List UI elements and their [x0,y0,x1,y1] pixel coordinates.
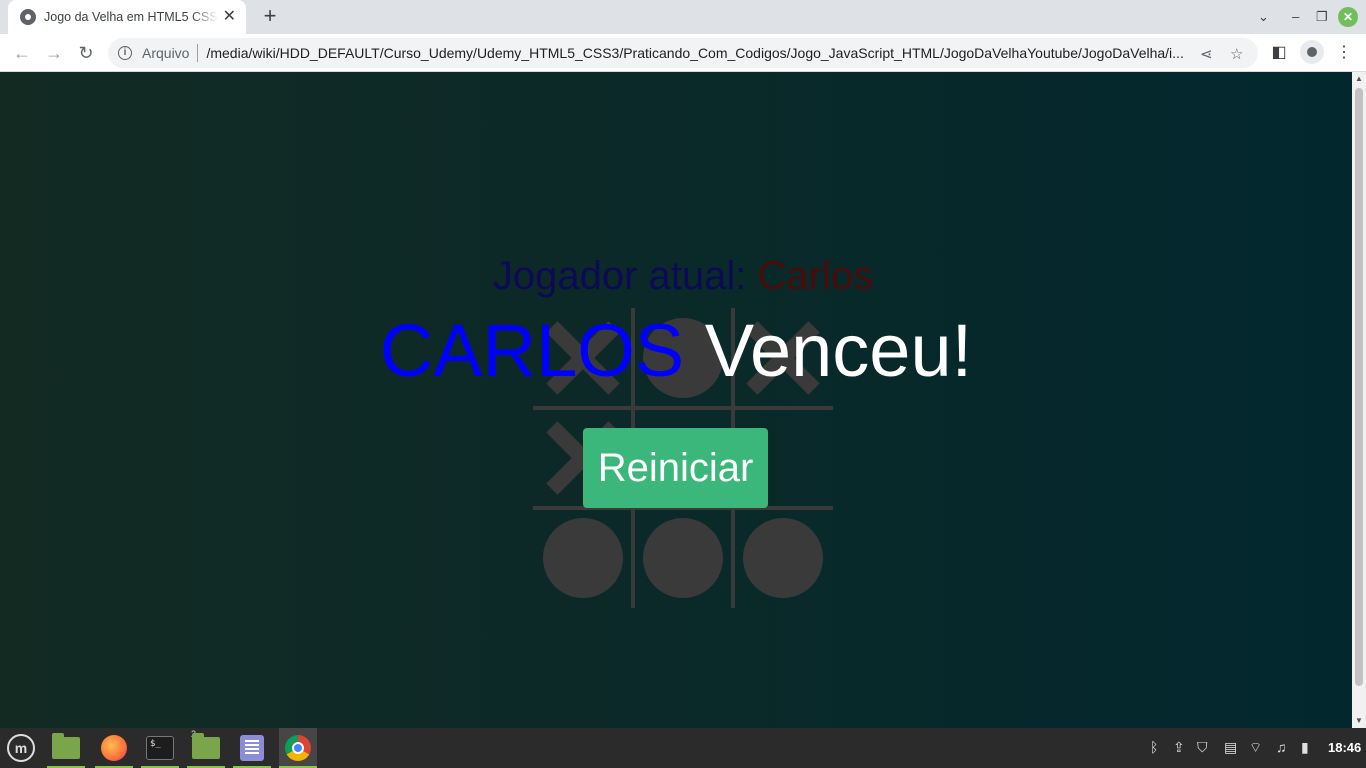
browser-toolbar: ← → ↻ i Arquivo /media/wiki/HDD_DEFAULT/… [0,34,1366,72]
winner-message: CARLOS Venceu! [0,306,1352,396]
bluetooth-icon[interactable]: ᛒ [1150,739,1158,755]
new-tab-button[interactable]: + [258,5,282,28]
url-scheme-label: Arquivo [142,45,190,61]
side-panel-icon[interactable]: ◧ [1269,43,1289,63]
restart-button[interactable]: Reiniciar [583,428,768,508]
taskbar-chrome[interactable] [279,728,317,768]
scroll-up-arrow-icon[interactable]: ▲ [1355,75,1363,83]
update-manager-icon[interactable]: ⇪ [1173,739,1185,756]
reload-icon[interactable]: ↻ [74,41,98,65]
taskbar: m $_ 2 ᛒ ⇪ ⛉ ▤ ⌔ ♫ ▮ 18:46 [0,728,1366,768]
url-text[interactable]: /media/wiki/HDD_DEFAULT/Curso_Udemy/Udem… [206,45,1191,61]
restore-icon[interactable]: ❐ [1316,8,1328,26]
forward-icon[interactable]: → [42,41,66,65]
shield-icon[interactable]: ⛉ [1197,739,1208,756]
menu-kebab-icon[interactable]: ⋮ [1334,43,1354,63]
vertical-scrollbar[interactable]: ▲ ▼ [1352,72,1366,728]
start-menu-button[interactable]: m [2,728,40,768]
address-separator [197,44,199,62]
sound-icon[interactable]: ♫ [1276,739,1287,755]
battery-icon[interactable]: ▮ [1301,739,1309,756]
text-editor-icon [240,735,264,761]
tab-strip: Jogo da Velha em HTML5 CSS ✕ + ⌄ – ❐ ✕ [0,0,1366,34]
files-icon [52,733,80,759]
browser-tab[interactable]: Jogo da Velha em HTML5 CSS ✕ [8,0,246,34]
minimize-icon[interactable]: – [1292,8,1299,26]
share-icon[interactable]: ⋖ [1200,45,1213,63]
notes-icon[interactable]: ▤ [1224,739,1237,756]
info-icon[interactable]: i [118,46,132,60]
taskbar-firefox[interactable] [95,728,133,768]
tab-search-icon[interactable]: ⌄ [1258,8,1269,26]
winner-name: CARLOS [379,309,685,392]
menu-icon: m [7,734,35,762]
scroll-thumb[interactable] [1355,88,1363,686]
back-icon[interactable]: ← [10,41,34,65]
page-viewport: Jogador atual: Carlos CARLOS Venceu! Rei… [0,72,1352,728]
close-tab-icon[interactable]: ✕ [223,9,236,25]
files-icon [192,733,220,759]
taskbar-files-2[interactable]: 2 [187,728,225,768]
winner-suffix: Venceu! [684,309,973,392]
firefox-icon [101,735,127,761]
address-bar[interactable]: i Arquivo /media/wiki/HDD_DEFAULT/Curso_… [108,38,1258,68]
scroll-down-arrow-icon[interactable]: ▼ [1355,717,1363,725]
bookmark-star-icon[interactable]: ☆ [1230,45,1243,63]
window-close-icon[interactable]: ✕ [1338,7,1358,27]
globe-icon [20,9,36,25]
winner-overlay: CARLOS Venceu! Reiniciar [0,72,1352,728]
wifi-icon[interactable]: ⌔ [1249,739,1262,757]
chrome-icon [285,735,311,761]
taskbar-terminal[interactable]: $_ [141,728,179,768]
tab-title: Jogo da Velha em HTML5 CSS [44,10,218,24]
taskbar-text-editor[interactable] [233,728,271,768]
terminal-icon: $_ [146,736,174,760]
taskbar-files[interactable] [47,728,85,768]
profile-avatar[interactable] [1300,40,1324,64]
clock[interactable]: 18:46 [1328,740,1361,755]
